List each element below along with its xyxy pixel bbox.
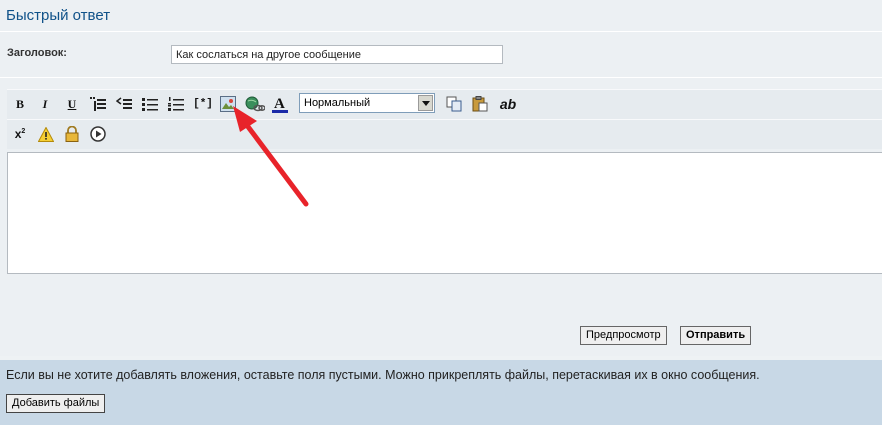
underline-button[interactable]: U — [63, 95, 81, 113]
subject-input[interactable] — [171, 45, 503, 64]
chevron-down-icon[interactable] — [418, 95, 433, 111]
bold-icon: B — [15, 96, 24, 111]
italic-button[interactable]: I — [36, 95, 54, 113]
preview-button[interactable]: Предпросмотр — [580, 326, 667, 345]
lock-button[interactable] — [63, 125, 81, 143]
play-icon — [90, 126, 106, 142]
bullet-list-icon — [142, 98, 158, 111]
editor-toolbar-row-2: x2 — [7, 119, 882, 149]
warning-button[interactable] — [37, 125, 55, 143]
code-button[interactable] — [115, 95, 133, 113]
font-color-icon: A — [272, 96, 288, 113]
message-textarea[interactable] — [7, 152, 882, 274]
submit-button[interactable]: Отправить — [680, 326, 752, 345]
paste-icon — [472, 96, 488, 112]
copy-icon — [446, 96, 462, 112]
quote-button[interactable] — [89, 95, 107, 113]
superscript-button[interactable]: x2 — [11, 125, 29, 143]
list-item-button[interactable]: [*] — [192, 95, 214, 113]
link-button[interactable] — [244, 95, 266, 113]
copy-button[interactable] — [445, 95, 463, 113]
subject-label: Заголовок: — [7, 47, 67, 59]
font-size-value: Нормальный — [304, 97, 371, 109]
editor-toolbar-row-1: B I U [*] A Нормальный ab — [7, 89, 882, 119]
superscript-exp: 2 — [21, 128, 26, 135]
code-icon — [116, 97, 132, 109]
play-button[interactable] — [89, 125, 107, 143]
bullet-list-button[interactable] — [141, 95, 159, 113]
image-button[interactable] — [219, 95, 237, 113]
paste-button[interactable] — [471, 95, 489, 113]
quick-reply-panel: Быстрый ответ Заголовок: B I U — [0, 0, 882, 356]
bold-button[interactable]: B — [11, 95, 29, 113]
divider — [0, 31, 882, 32]
numbered-list-button[interactable] — [167, 95, 185, 113]
underline-icon: U — [67, 96, 77, 111]
superscript-icon: x2 — [15, 127, 26, 141]
attachments-notice: Если вы не хотите добавлять вложения, ос… — [6, 368, 760, 382]
add-files-button[interactable]: Добавить файлы — [6, 394, 106, 413]
lock-icon — [65, 126, 79, 142]
font-color-button[interactable]: A — [270, 95, 290, 113]
quote-icon — [90, 97, 106, 111]
divider — [0, 77, 882, 78]
list-item-icon: [*] — [193, 98, 213, 110]
spelling-button[interactable]: ab — [497, 95, 519, 113]
warning-icon — [38, 126, 54, 142]
svg-text:A: A — [274, 96, 285, 112]
image-icon — [220, 96, 236, 112]
numbered-list-icon — [168, 97, 184, 111]
spelling-icon: ab — [499, 96, 517, 112]
italic-icon: I — [42, 96, 48, 111]
link-icon — [245, 96, 265, 112]
font-size-select[interactable]: Нормальный — [299, 93, 435, 113]
page-title: Быстрый ответ — [6, 7, 111, 24]
attachments-panel: Если вы не хотите добавлять вложения, ос… — [0, 360, 882, 425]
